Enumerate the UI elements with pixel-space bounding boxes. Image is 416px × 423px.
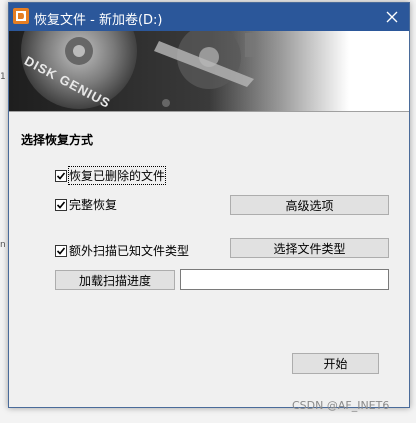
recover-files-dialog: 恢复文件 - 新加卷(D:) DISK GENIUS 选择恢复方式 恢复已删除的…	[8, 2, 410, 408]
advanced-options-button[interactable]: 高级选项	[230, 195, 389, 215]
option-label: 完整恢复	[69, 198, 118, 212]
load-scan-progress-button[interactable]: 加载扫描进度	[55, 270, 175, 290]
start-button[interactable]: 开始	[292, 353, 379, 374]
close-button[interactable]	[375, 3, 409, 31]
diskgenius-app-icon	[13, 8, 29, 24]
csdn-watermark: CSDN @AF_INET6	[292, 399, 390, 412]
title-bar: 恢复文件 - 新加卷(D:)	[9, 3, 409, 31]
checkbox-scan-known-types[interactable]	[55, 244, 67, 257]
disk-genius-banner: DISK GENIUS	[9, 31, 409, 111]
scan-progress-path-field[interactable]	[180, 269, 389, 290]
select-file-types-button[interactable]: 选择文件类型	[230, 238, 389, 258]
checkmark-icon	[56, 171, 66, 180]
checkbox-recover-deleted[interactable]	[55, 169, 67, 182]
checkbox-full-recovery[interactable]	[55, 198, 67, 211]
close-icon	[386, 11, 398, 23]
checkmark-icon	[56, 246, 66, 255]
background-fragment: n	[0, 240, 6, 250]
checkmark-icon	[56, 200, 66, 209]
banner-divider	[9, 111, 409, 112]
option-label: 额外扫描已知文件类型	[69, 244, 190, 258]
background-fragment: 1	[0, 72, 6, 82]
window-title: 恢复文件 - 新加卷(D:)	[34, 13, 163, 28]
option-label: 恢复已删除的文件	[67, 166, 167, 185]
option-full-recovery[interactable]: 完整恢复	[55, 196, 117, 213]
option-recover-deleted[interactable]: 恢复已删除的文件	[55, 166, 167, 185]
recovery-method-heading: 选择恢复方式	[21, 133, 94, 147]
option-scan-known-types[interactable]: 额外扫描已知文件类型	[55, 242, 189, 259]
